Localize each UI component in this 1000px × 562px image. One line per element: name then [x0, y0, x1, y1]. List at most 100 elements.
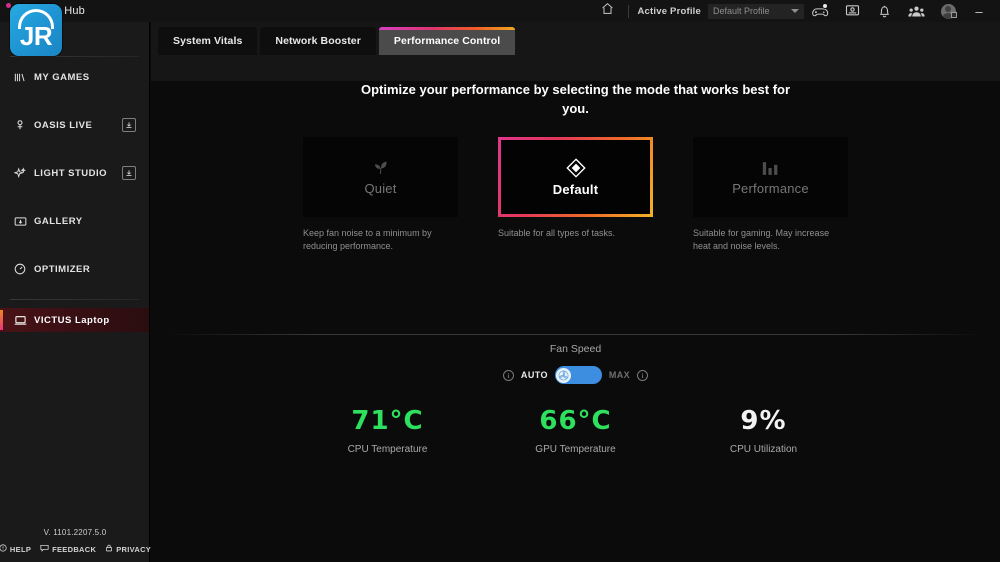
mode-description: Keep fan noise to a minimum by reducing …	[303, 227, 432, 251]
main-panel: System Vitals Network Booster Performanc…	[151, 22, 1000, 562]
fan-max-label: MAX	[608, 370, 631, 380]
help-link[interactable]: HELP	[0, 544, 31, 554]
tab-performance-control[interactable]: Performance Control	[378, 27, 516, 55]
stat-gpu-temperature: 66°C GPU Temperature	[516, 406, 636, 455]
fan-speed-title: Fan Speed	[549, 343, 602, 355]
sidebar-item-oasis-live[interactable]: OASIS LIVE	[0, 113, 149, 137]
stat-value: 66°C	[539, 406, 612, 436]
footer-links: HELP FEEDBACK PRIVACY	[0, 544, 151, 554]
home-icon	[601, 2, 614, 20]
device-icon	[845, 4, 860, 18]
active-profile-label: Active Profile	[637, 5, 701, 17]
toolbar-divider	[628, 4, 630, 18]
stat-value: 71°C	[351, 406, 424, 436]
mode-cards: Quiet Keep fan noise to a minimum by red…	[151, 136, 1000, 253]
logo-initials: JR	[19, 21, 53, 51]
mode-title: Performance	[732, 181, 809, 197]
sidebar-item-optimizer[interactable]: OPTIMIZER	[0, 257, 149, 281]
stat-cpu-utilization: 9% CPU Utilization	[704, 406, 824, 455]
app-version: V. 1101.2207.5.0	[43, 528, 107, 537]
leaf-icon	[371, 157, 391, 179]
sidebar-label: MY GAMES	[34, 71, 90, 83]
info-icon-max[interactable]: i	[637, 369, 649, 381]
top-toolbar: Active Profile Default Profile –	[150, 0, 1000, 22]
gamepad-badge	[822, 3, 828, 9]
mode-performance: Performance Suitable for gaming. May inc…	[693, 136, 848, 253]
omen-gaming-hub-window: aming Hub JR Active Profile Default Prof…	[0, 0, 1000, 562]
notifications-button[interactable]	[868, 0, 900, 22]
lock-icon	[105, 544, 113, 554]
stats-row: 71°C CPU Temperature 66°C GPU Temperatur…	[151, 406, 1000, 455]
install-icon[interactable]	[122, 166, 136, 180]
mode-card-inner: Default	[501, 139, 650, 214]
mode-card-quiet[interactable]: Quiet	[303, 136, 458, 217]
sidebar-label: VICTUS Laptop	[34, 314, 110, 326]
bars-icon	[761, 157, 781, 179]
app-logo: JR	[10, 4, 62, 56]
fan-speed-control: i AUTO MAX i	[151, 366, 1000, 384]
gallery-icon	[10, 216, 30, 227]
tab-system-vitals[interactable]: System Vitals	[158, 27, 258, 55]
sidebar-item-gallery[interactable]: GALLERY	[0, 209, 149, 233]
feedback-label: FEEDBACK	[52, 544, 97, 554]
mode-description: Suitable for all types of tasks.	[498, 227, 616, 238]
oasis-icon	[10, 119, 30, 131]
performance-control-panel: Optimize your performance by selecting t…	[151, 81, 1000, 562]
sidebar-item-light-studio[interactable]: LIGHT STUDIO	[0, 161, 149, 185]
sparkle-icon	[10, 167, 30, 179]
user-avatar-button[interactable]	[932, 0, 964, 22]
sidebar-item-victus-laptop[interactable]: VICTUS Laptop	[0, 308, 149, 332]
help-icon	[0, 544, 7, 554]
stat-cpu-temperature: 71°C CPU Temperature	[328, 406, 448, 455]
sidebar-footer: V. 1101.2207.5.0 HELP FEEDBACK PRIVACY	[0, 528, 151, 554]
mode-default: Default Suitable for all types of tasks.	[498, 136, 653, 253]
sidebar-label: OPTIMIZER	[34, 263, 91, 275]
sidebar-label: LIGHT STUDIO	[34, 167, 108, 179]
fan-auto-label: AUTO	[520, 370, 548, 380]
sidebar-divider-bottom	[10, 299, 139, 300]
section-divider	[166, 334, 985, 335]
page-headline: Optimize your performance by selecting t…	[360, 82, 791, 116]
tab-network-booster[interactable]: Network Booster	[260, 27, 376, 55]
minimize-button[interactable]: –	[964, 0, 994, 22]
active-accent-bar	[0, 310, 3, 330]
mode-card-performance[interactable]: Performance	[693, 136, 848, 217]
sidebar: MY GAMES OASIS LIVE LIGHT STUDIO GALLERY…	[0, 22, 151, 562]
home-button[interactable]	[594, 0, 620, 22]
gamepad-button[interactable]	[804, 0, 836, 22]
sidebar-item-my-games[interactable]: MY GAMES	[0, 65, 149, 89]
info-icon-auto[interactable]: i	[502, 369, 514, 381]
mode-quiet: Quiet Keep fan noise to a minimum by red…	[303, 136, 458, 253]
profile-dropdown[interactable]: Default Profile	[708, 3, 804, 19]
sidebar-label: GALLERY	[34, 215, 83, 227]
mode-title: Quiet	[364, 181, 397, 197]
feedback-link[interactable]: FEEDBACK	[40, 544, 96, 554]
toggle-knob	[556, 367, 572, 383]
library-icon	[10, 72, 30, 83]
install-icon[interactable]	[122, 118, 136, 132]
stat-label: GPU Temperature	[535, 444, 616, 455]
avatar-status-badge	[951, 12, 957, 18]
profile-dropdown-value: Default Profile	[713, 6, 770, 16]
feedback-icon	[40, 544, 49, 554]
help-label: HELP	[9, 544, 32, 554]
community-icon	[907, 5, 925, 18]
sidebar-label: OASIS LIVE	[34, 119, 93, 131]
fan-speed-toggle[interactable]	[554, 366, 602, 384]
device-button[interactable]	[836, 0, 868, 22]
fan-speed-section: Fan Speed i AUTO MAX i	[151, 343, 1000, 384]
sidebar-divider-top	[10, 56, 139, 57]
privacy-label: PRIVACY	[116, 544, 152, 554]
optimizer-icon	[10, 263, 30, 275]
logo-notification-dot	[6, 3, 11, 8]
chevron-down-icon	[791, 9, 799, 13]
stat-label: CPU Temperature	[347, 444, 428, 455]
bell-icon	[878, 4, 891, 19]
mode-card-default[interactable]: Default	[498, 136, 653, 217]
mode-title: Default	[552, 181, 599, 197]
community-button[interactable]	[900, 0, 932, 22]
privacy-link[interactable]: PRIVACY	[105, 544, 151, 554]
